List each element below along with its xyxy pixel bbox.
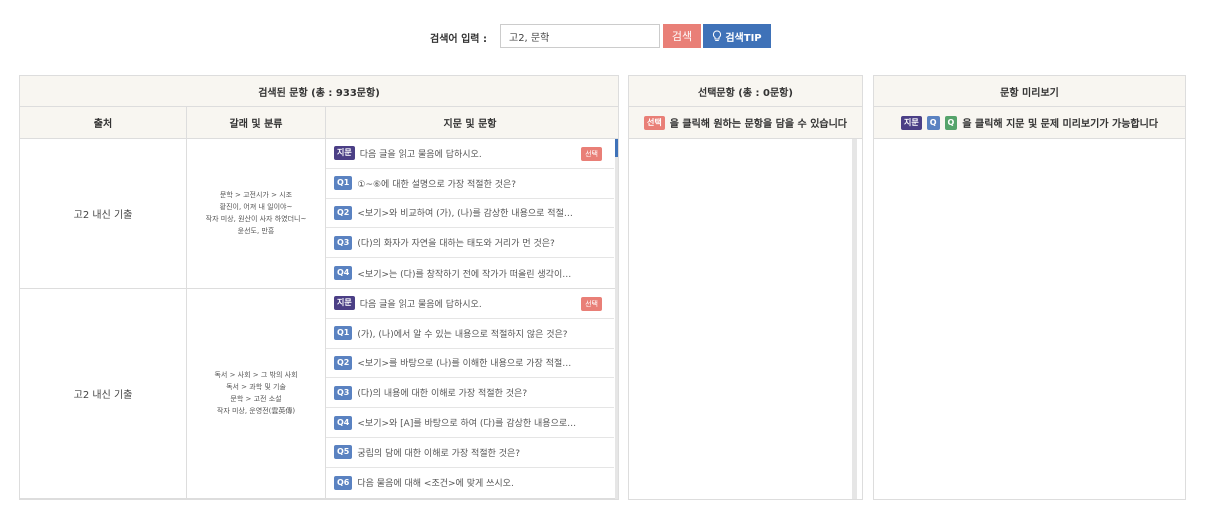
- question-row[interactable]: Q4 <보기>와 [A]를 바탕으로 하여 (다)를 감상한 내용으로 …: [326, 408, 614, 438]
- search-tip-button[interactable]: 검색TIP: [703, 24, 771, 48]
- classification-line: 작자 미상, 운영전(雲英傳): [216, 407, 296, 416]
- search-button[interactable]: 검색: [663, 24, 701, 48]
- classification-line: 작자 미상, 원산이 사자 하였더니~: [205, 215, 307, 224]
- question-tag[interactable]: Q6: [334, 475, 353, 490]
- question-tag[interactable]: Q3: [334, 235, 353, 250]
- question-tag[interactable]: Q4: [334, 266, 353, 281]
- selected-panel: 선택문항 (총 : 0문항) 선택 을 클릭해 원하는 문항을 담을 수 있습니…: [628, 75, 863, 500]
- question-tag[interactable]: Q2: [334, 205, 353, 220]
- question-tag[interactable]: Q1: [334, 326, 353, 341]
- question-tag[interactable]: Q3: [334, 385, 353, 400]
- selected-list[interactable]: [631, 139, 857, 499]
- classification-line: 문학 > 고전 소설: [230, 395, 282, 404]
- classification-line: 독서 > 사회 > 그 밖의 사회: [214, 371, 298, 380]
- column-header-classification: 갈래 및 분류: [187, 107, 326, 138]
- question-text: 다음 물음에 대해 <조건>에 맞게 쓰시오.: [357, 479, 514, 490]
- question-row[interactable]: Q6 다음 물음에 대해 <조건>에 맞게 쓰시오.: [326, 468, 614, 498]
- question-tag-green: Q: [944, 115, 958, 130]
- passage-tag: 지문: [900, 115, 922, 130]
- passage-text: 다음 글을 읽고 물음에 답하시오.: [359, 299, 482, 310]
- question-row[interactable]: Q2 <보기>와 비교하여 (가), (나)를 감상한 내용으로 적절…: [326, 199, 614, 229]
- classification-cell: 문학 > 고전시가 > 시조 황진이, 어져 내 일이야~ 작자 미상, 원산이…: [187, 139, 326, 288]
- results-table-header: 출처 갈래 및 분류 지문 및 문항: [20, 107, 618, 139]
- select-tag: 선택: [643, 115, 665, 130]
- scrollbar-thumb[interactable]: [615, 139, 618, 157]
- passage-tag[interactable]: 지문: [334, 296, 355, 311]
- results-panel-title: 검색된 문항 (총 : 933문항): [20, 76, 618, 107]
- passage-row[interactable]: 지문 다음 글을 읽고 물음에 답하시오. 선택: [326, 139, 614, 169]
- passage-row[interactable]: 지문 다음 글을 읽고 물음에 답하시오. 선택: [326, 289, 614, 319]
- question-text: <보기>와 [A]를 바탕으로 하여 (다)를 감상한 내용으로 …: [357, 419, 578, 430]
- passage-tag[interactable]: 지문: [334, 146, 355, 161]
- column-header-passage: 지문 및 문항: [443, 119, 497, 130]
- question-list: 지문 다음 글을 읽고 물음에 답하시오. 선택 Q1 (가), (나)에서 알…: [326, 289, 614, 498]
- question-text: <보기>는 (다)를 창작하기 전에 작가가 떠올린 생각이…: [357, 269, 572, 280]
- passage-text: 다음 글을 읽고 물음에 답하시오.: [359, 149, 482, 160]
- question-row[interactable]: Q3 (다)의 화자가 자연을 대하는 태도와 거리가 먼 것은?: [326, 228, 614, 259]
- question-row[interactable]: Q3 (다)의 내용에 대한 이해로 가장 적절한 것은?: [326, 378, 614, 409]
- selected-panel-hint: 선택 을 클릭해 원하는 문항을 담을 수 있습니다: [629, 107, 862, 139]
- search-input[interactable]: [500, 24, 660, 48]
- source-cell: 고2 내신 기출: [20, 139, 187, 288]
- question-text: (다)의 내용에 대한 이해로 가장 적절한 것은?: [357, 389, 528, 400]
- question-tag[interactable]: Q2: [334, 355, 353, 370]
- question-tag[interactable]: Q4: [334, 415, 353, 430]
- classification-cell: 독서 > 사회 > 그 밖의 사회 독서 > 과학 및 기술 문학 > 고전 소…: [187, 288, 326, 498]
- search-tip-label: 검색TIP: [725, 32, 762, 44]
- question-row[interactable]: Q4 <보기>는 (다)를 창작하기 전에 작가가 떠올린 생각이…: [326, 258, 614, 288]
- question-row[interactable]: Q5 궁립의 담에 대한 이해로 가장 적절한 것은?: [326, 438, 614, 468]
- question-row[interactable]: Q2 <보기>를 바탕으로 (나)를 이해한 내용으로 가장 적절…: [326, 349, 614, 379]
- selected-hint-text: 을 클릭해 원하는 문항을 담을 수 있습니다: [669, 119, 848, 130]
- preview-panel-hint: 지문 Q Q 을 클릭해 지문 및 문제 미리보기가 가능합니다: [874, 107, 1185, 139]
- classification-line: 독서 > 과학 및 기술: [226, 383, 286, 392]
- question-tag: Q: [926, 115, 940, 130]
- question-text: <보기>와 비교하여 (가), (나)를 감상한 내용으로 적절…: [357, 209, 573, 220]
- question-list: 지문 다음 글을 읽고 물음에 답하시오. 선택 Q1 ①~⑥에 대한 설명으로…: [326, 139, 614, 288]
- question-text: (다)의 화자가 자연을 대하는 태도와 거리가 먼 것은?: [357, 239, 555, 250]
- table-row: 고2 내신 기출 문학 > 고전시가 > 시조 황진이, 어져 내 일이야~ 작…: [20, 139, 618, 289]
- selected-panel-title: 선택문항 (총 : 0문항): [629, 76, 862, 107]
- results-panel: 검색된 문항 (총 : 933문항) 출처 갈래 및 분류 지문 및 문항 고2…: [19, 75, 619, 500]
- table-row: 고2 내신 기출 독서 > 사회 > 그 밖의 사회 독서 > 과학 및 기술 …: [20, 288, 618, 499]
- preview-area: [874, 139, 1185, 499]
- column-header-source: 출처: [20, 107, 187, 138]
- question-tag[interactable]: Q1: [334, 176, 353, 191]
- scrollbar[interactable]: [615, 139, 618, 499]
- classification-line: 황진이, 어져 내 일이야~: [219, 203, 293, 212]
- question-row[interactable]: Q1 (가), (나)에서 알 수 있는 내용으로 적절하지 않은 것은?: [326, 319, 614, 349]
- question-tag[interactable]: Q5: [334, 445, 353, 460]
- question-text: 궁립의 담에 대한 이해로 가장 적절한 것은?: [357, 448, 521, 459]
- preview-panel: 문항 미리보기 지문 Q Q 을 클릭해 지문 및 문제 미리보기가 가능합니다: [873, 75, 1186, 500]
- question-text: (가), (나)에서 알 수 있는 내용으로 적절하지 않은 것은?: [357, 329, 568, 340]
- classification-line: 문학 > 고전시가 > 시조: [219, 191, 293, 200]
- search-label: 검색어 입력 :: [430, 34, 487, 45]
- select-button[interactable]: 선택: [581, 296, 602, 311]
- search-bar: 검색어 입력 : 검색 검색TIP: [0, 24, 1205, 50]
- preview-hint-text: 을 클릭해 지문 및 문제 미리보기가 가능합니다: [962, 119, 1159, 130]
- source-cell: 고2 내신 기출: [20, 288, 187, 498]
- results-list[interactable]: 고2 내신 기출 문학 > 고전시가 > 시조 황진이, 어져 내 일이야~ 작…: [20, 139, 618, 499]
- select-button[interactable]: 선택: [581, 147, 602, 161]
- classification-line: 윤선도, 만흥: [237, 227, 275, 236]
- question-text: ①~⑥에 대한 설명으로 가장 적절한 것은?: [357, 179, 517, 190]
- question-text: <보기>를 바탕으로 (나)를 이해한 내용으로 가장 적절…: [357, 359, 572, 370]
- preview-panel-title: 문항 미리보기: [874, 76, 1185, 107]
- lightbulb-icon: [713, 30, 722, 41]
- question-row[interactable]: Q1 ①~⑥에 대한 설명으로 가장 적절한 것은?: [326, 169, 614, 199]
